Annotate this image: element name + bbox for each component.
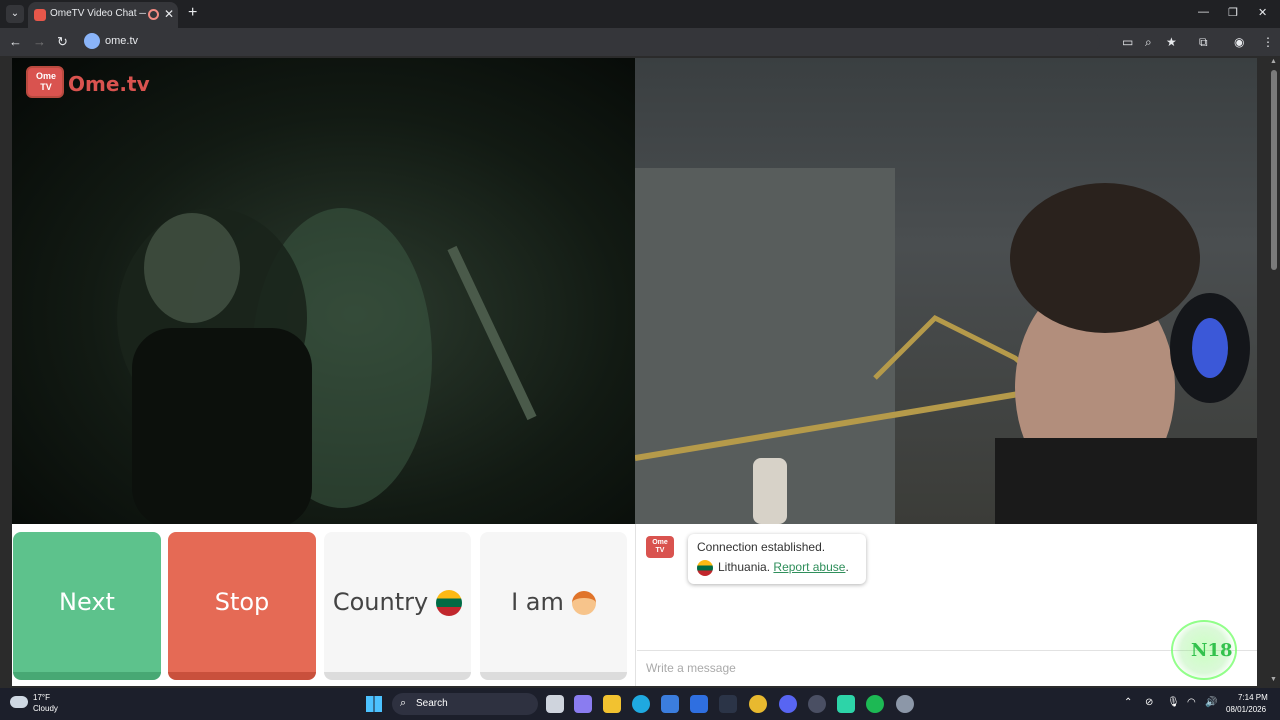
forward-icon[interactable]: → <box>33 34 46 49</box>
cloud-icon[interactable] <box>10 696 28 708</box>
report-suffix: . <box>845 560 849 575</box>
scroll-up-icon[interactable]: ▲ <box>1270 58 1277 65</box>
chat-logo-label: Ome TV <box>652 539 668 554</box>
chat-ometv-icon: Ome TV <box>646 536 674 558</box>
tab-title: OmeTV Video Chat — Ome <box>50 8 146 19</box>
tab-search-icon[interactable]: ⌄ <box>6 5 24 23</box>
recording-icon <box>148 9 159 20</box>
reload-icon[interactable]: ↻ <box>57 34 68 50</box>
iam-label: I am <box>511 588 564 616</box>
page-scrollbar[interactable]: ▲ ▼ <box>1268 56 1280 688</box>
wifi-icon[interactable]: ◠ <box>1187 697 1196 708</box>
settings-gear-icon[interactable] <box>896 695 914 713</box>
page-viewport: Ome TV Ome.tv Next Stop Country I am Ome… <box>0 56 1280 688</box>
site-info-icon[interactable] <box>84 33 100 49</box>
taskbar-search[interactable]: ⌕ Search <box>392 693 538 715</box>
outlook-icon[interactable] <box>690 695 708 713</box>
cast-icon[interactable]: ▭ <box>1122 35 1133 49</box>
clock-time[interactable]: 7:14 PM <box>1238 693 1268 702</box>
file-explorer-icon[interactable] <box>603 695 621 713</box>
app-icon[interactable] <box>808 695 826 713</box>
stranger-video-scene <box>117 208 537 524</box>
gender-button[interactable]: I am <box>480 532 627 680</box>
edge-icon[interactable] <box>632 695 650 713</box>
boy-emoji-icon <box>571 591 596 615</box>
task-view-icon[interactable] <box>546 695 564 713</box>
minimize-icon[interactable]: — <box>1198 6 1209 18</box>
chat-app-icon[interactable] <box>837 695 855 713</box>
tab-strip: ⌄ OmeTV Video Chat — Ome ✕ + — ❐ ✕ <box>0 0 1280 28</box>
microphone-icon[interactable]: 🎙 <box>1167 697 1180 708</box>
new-tab-icon[interactable]: + <box>188 4 197 22</box>
tv-logo-icon: Ome TV <box>26 66 64 98</box>
next-button[interactable]: Next <box>13 532 161 680</box>
message-line-2: Lithuania. Report abuse. <box>697 560 849 576</box>
tray-chevron-icon[interactable]: ⌃ <box>1124 697 1132 708</box>
steam-icon[interactable] <box>719 695 737 713</box>
windows-taskbar: 17°F Cloudy ⌕ Search ⌃ ⊘ 🎙 ◠ 🔊 7:14 PM 0… <box>0 688 1280 720</box>
store-icon[interactable] <box>661 695 679 713</box>
self-video-scene <box>635 168 1257 524</box>
message-input[interactable] <box>637 650 1257 684</box>
profile-icon[interactable]: ◉ <box>1234 35 1244 49</box>
country-label: Country <box>332 588 429 616</box>
system-message: Connection established. Lithuania. Repor… <box>688 534 866 584</box>
message-country: Lithuania <box>718 560 767 575</box>
search-label: Search <box>416 698 448 709</box>
scrollbar-thumb[interactable] <box>1271 70 1277 270</box>
stop-label: Stop <box>214 588 270 616</box>
zoom-icon[interactable]: ⌕ <box>1145 35 1152 50</box>
brand-name: Ome.tv <box>68 72 150 96</box>
country-button[interactable]: Country <box>324 532 471 680</box>
lithuania-flag-icon <box>697 560 713 576</box>
tab-ometv[interactable]: OmeTV Video Chat — Ome ✕ <box>28 2 178 28</box>
self-video <box>635 58 1257 524</box>
windows-start-icon[interactable] <box>366 696 382 712</box>
next-label: Next <box>59 588 115 616</box>
weather-temperature[interactable]: 17°F <box>33 693 50 702</box>
extensions-icon[interactable]: ⧉ <box>1199 35 1208 50</box>
stranger-video: Ome TV Ome.tv <box>12 58 635 524</box>
weather-description[interactable]: Cloudy <box>33 704 58 713</box>
network-off-icon[interactable]: ⊘ <box>1145 697 1153 708</box>
stop-button[interactable]: Stop <box>168 532 316 680</box>
ometv-favicon-icon <box>34 9 46 21</box>
chrome-icon[interactable] <box>749 695 767 713</box>
ometv-logo[interactable]: Ome TV Ome.tv <box>26 66 150 100</box>
n18-label: N18 <box>1191 640 1233 661</box>
copilot-icon[interactable] <box>574 695 592 713</box>
address-bar[interactable] <box>80 31 1100 53</box>
report-abuse-link[interactable]: Report abuse <box>773 560 845 574</box>
chat-panel: Ome TV Connection established. Lithuania… <box>635 524 1257 686</box>
ometv-app: Ome TV Ome.tv Next Stop Country I am Ome… <box>12 58 1257 686</box>
bookmark-star-icon[interactable]: ★ <box>1166 35 1177 49</box>
back-icon[interactable]: ← <box>9 34 22 49</box>
tab-close-icon[interactable]: ✕ <box>164 7 174 21</box>
spotify-icon[interactable] <box>866 695 884 713</box>
clock-date[interactable]: 08/01/2026 <box>1226 705 1266 714</box>
logo-label: Ome TV <box>35 71 56 92</box>
volume-icon[interactable]: 🔊 <box>1205 697 1217 708</box>
country-suffix: . <box>766 560 771 575</box>
url-text[interactable]: ome.tv <box>105 35 138 47</box>
n18-overlay-badge[interactable]: N18 <box>1171 620 1237 680</box>
restore-icon[interactable]: ❐ <box>1228 6 1238 19</box>
search-icon: ⌕ <box>400 697 407 709</box>
window-close-icon[interactable]: ✕ <box>1258 6 1267 19</box>
discord-icon[interactable] <box>779 695 797 713</box>
scroll-down-icon[interactable]: ▼ <box>1270 676 1277 683</box>
message-line-1: Connection established. <box>697 540 826 554</box>
browser-toolbar: ← → ↻ ome.tv ▭ ⌕ ★ ⧉ ◉ ⋮ <box>0 28 1280 56</box>
lithuania-flag-icon <box>436 590 463 616</box>
menu-icon[interactable]: ⋮ <box>1262 35 1274 49</box>
